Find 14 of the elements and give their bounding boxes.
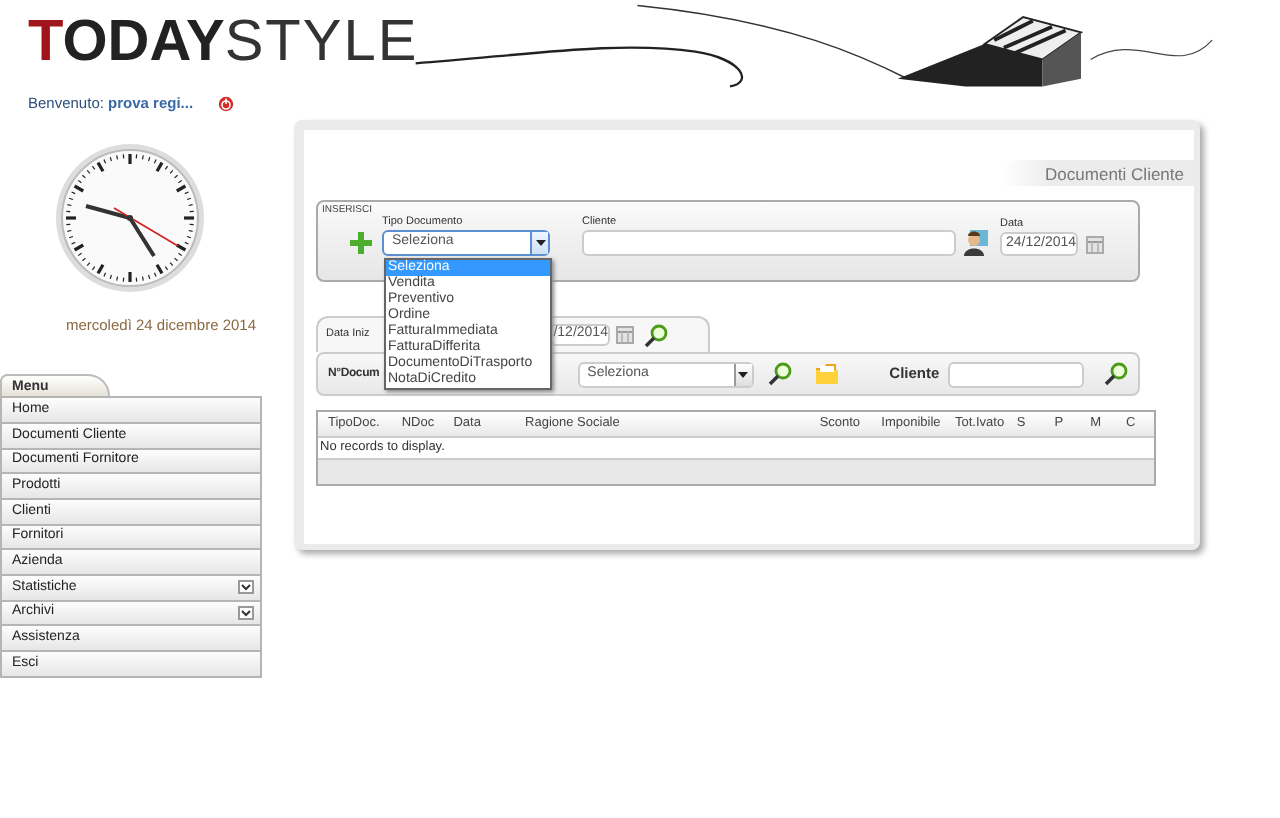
logout-icon[interactable] [217, 96, 234, 112]
search-icon[interactable] [1103, 362, 1128, 386]
client-field[interactable] [947, 361, 1084, 387]
search-icon[interactable] [767, 362, 792, 386]
client-field[interactable] [582, 230, 956, 256]
caret-icon [535, 240, 545, 246]
caret-icon [738, 371, 749, 377]
search-icon[interactable] [643, 323, 668, 347]
person-icon[interactable] [962, 228, 990, 256]
calendar-icon[interactable] [615, 326, 634, 344]
expand-icon[interactable] [238, 606, 254, 621]
expand-icon[interactable] [238, 580, 254, 595]
logo: TODAYSTYLE [26, 8, 419, 78]
plus-icon[interactable] [350, 232, 372, 254]
